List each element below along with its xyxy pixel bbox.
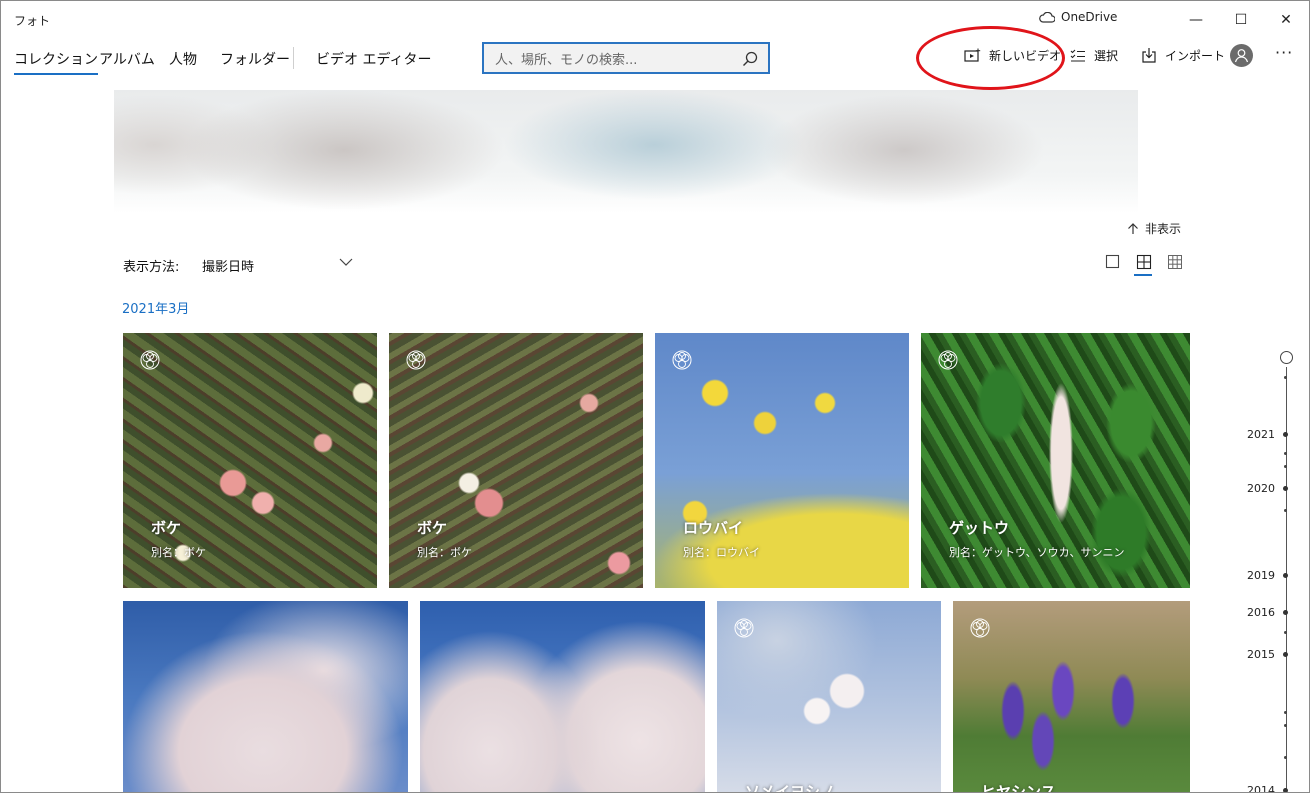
photo-title: ロウバイ xyxy=(683,519,744,537)
minimize-button[interactable]: — xyxy=(1173,7,1219,33)
sort-dropdown[interactable]: 撮影日時 xyxy=(202,256,254,275)
photo-tile[interactable] xyxy=(123,601,408,792)
plant-recognition-icon xyxy=(938,350,958,370)
view-large-icon[interactable] xyxy=(1105,254,1121,270)
cloud-icon xyxy=(1039,11,1055,23)
user-icon xyxy=(1234,49,1249,63)
arrow-up-icon xyxy=(1128,222,1138,234)
account-avatar[interactable] xyxy=(1230,44,1253,67)
plant-recognition-icon xyxy=(406,350,426,370)
timeline-tick xyxy=(1284,724,1287,727)
timeline-thumb[interactable] xyxy=(1280,351,1293,364)
timeline-year-dot xyxy=(1283,486,1288,491)
onedrive-label: OneDrive xyxy=(1061,10,1118,24)
sort-label: 表示方法: xyxy=(123,260,180,275)
view-small-icon[interactable] xyxy=(1167,254,1183,270)
timeline-year[interactable]: 2021 xyxy=(1241,428,1275,441)
import-label: インポート xyxy=(1165,49,1226,63)
photo-subtitle: 別名：ボケ xyxy=(151,546,206,559)
timeline-year[interactable]: 2019 xyxy=(1241,569,1275,582)
timeline-year-dot xyxy=(1283,573,1288,578)
plant-recognition-icon xyxy=(970,618,990,638)
timeline-year[interactable]: 2016 xyxy=(1241,606,1275,619)
timeline-tick xyxy=(1284,376,1287,379)
hide-banner-button[interactable]: 非表示 xyxy=(1127,220,1181,237)
timeline-track xyxy=(1286,367,1287,792)
close-icon: ✕ xyxy=(1280,12,1292,28)
photo-tile[interactable]: ゲットウ 別名：ゲットウ、ソウカ、サンニン xyxy=(921,333,1190,588)
photo-title: ボケ xyxy=(417,519,448,537)
import-icon xyxy=(1142,48,1156,63)
photos-app-window: フォト OneDrive — ☐ ✕ コレクション アルバム 人物 フォルダー … xyxy=(0,0,1310,793)
highlight-circle-annotation xyxy=(916,26,1065,90)
close-button[interactable]: ✕ xyxy=(1263,7,1309,33)
plant-recognition-icon xyxy=(140,350,160,370)
photo-tile[interactable]: ボケ 別名：ボケ xyxy=(389,333,643,588)
onedrive-status[interactable]: OneDrive xyxy=(1039,10,1117,24)
timeline-year-dot xyxy=(1283,652,1288,657)
timeline-tick xyxy=(1284,452,1287,455)
more-options-button[interactable]: ··· xyxy=(1275,43,1293,62)
photo-title: ヒヤシンス xyxy=(981,783,1056,793)
photo-tile[interactable]: ソメイヨシノ xyxy=(717,601,941,793)
date-group-heading: 2021年3月 xyxy=(122,302,190,317)
plant-recognition-icon xyxy=(734,618,754,638)
photo-subtitle: 別名：ボケ xyxy=(417,546,472,559)
top-nav: コレクション アルバム 人物 フォルダー ビデオ エディター 新しいビデオ 選択… xyxy=(1,39,1309,87)
select-button[interactable]: 選択 xyxy=(1070,47,1118,64)
photo-tile[interactable]: ボケ 別名：ボケ xyxy=(123,333,377,588)
tab-folders[interactable]: フォルダー xyxy=(220,49,290,69)
search-icon[interactable] xyxy=(742,51,758,67)
photo-tile[interactable]: ヒヤシンス xyxy=(953,601,1190,793)
photo-tile[interactable] xyxy=(420,601,705,792)
timeline-tick xyxy=(1284,711,1287,714)
timeline-tick xyxy=(1284,631,1287,634)
timeline-year-dot xyxy=(1283,432,1288,437)
nav-divider xyxy=(293,47,294,69)
search-box[interactable] xyxy=(482,42,770,74)
photo-title: ソメイヨシノ xyxy=(745,783,836,793)
import-button[interactable]: インポート xyxy=(1141,47,1225,64)
timeline-tick xyxy=(1284,465,1287,468)
timeline-scrubber[interactable]: 2021 2020 2019 2016 2015 2014 xyxy=(1241,351,1301,792)
tab-video-editor[interactable]: ビデオ エディター xyxy=(316,49,431,69)
photo-title: ゲットウ xyxy=(949,519,1010,537)
photo-title: ボケ xyxy=(151,519,182,537)
chevron-down-icon[interactable] xyxy=(339,257,353,267)
timeline-tick xyxy=(1284,756,1287,759)
photo-tile[interactable]: ロウバイ 別名：ロウバイ xyxy=(655,333,909,588)
photo-subtitle: 別名：ロウバイ xyxy=(683,546,760,559)
timeline-year[interactable]: 2014 xyxy=(1241,784,1275,792)
featured-banner[interactable] xyxy=(114,90,1138,213)
timeline-year-dot xyxy=(1283,788,1288,792)
tab-people[interactable]: 人物 xyxy=(169,49,197,69)
view-active-indicator xyxy=(1134,274,1152,276)
maximize-button[interactable]: ☐ xyxy=(1218,7,1264,33)
title-bar: フォト OneDrive — ☐ ✕ xyxy=(1,1,1309,39)
photo-subtitle: 別名：ゲットウ、ソウカ、サンニン xyxy=(949,546,1125,559)
checklist-icon xyxy=(1070,49,1085,62)
plant-recognition-icon xyxy=(672,350,692,370)
tab-album[interactable]: アルバム xyxy=(99,49,155,69)
maximize-icon: ☐ xyxy=(1234,12,1248,28)
select-label: 選択 xyxy=(1094,49,1119,63)
app-title: フォト xyxy=(14,14,51,28)
tab-collection[interactable]: コレクション xyxy=(14,49,98,75)
hide-label: 非表示 xyxy=(1145,222,1182,236)
timeline-year-dot xyxy=(1283,610,1288,615)
view-medium-icon[interactable] xyxy=(1136,254,1152,270)
search-input[interactable] xyxy=(493,49,737,71)
minimize-icon: — xyxy=(1189,12,1203,28)
timeline-year[interactable]: 2020 xyxy=(1241,482,1275,495)
timeline-tick xyxy=(1284,509,1287,512)
timeline-year[interactable]: 2015 xyxy=(1241,648,1275,661)
